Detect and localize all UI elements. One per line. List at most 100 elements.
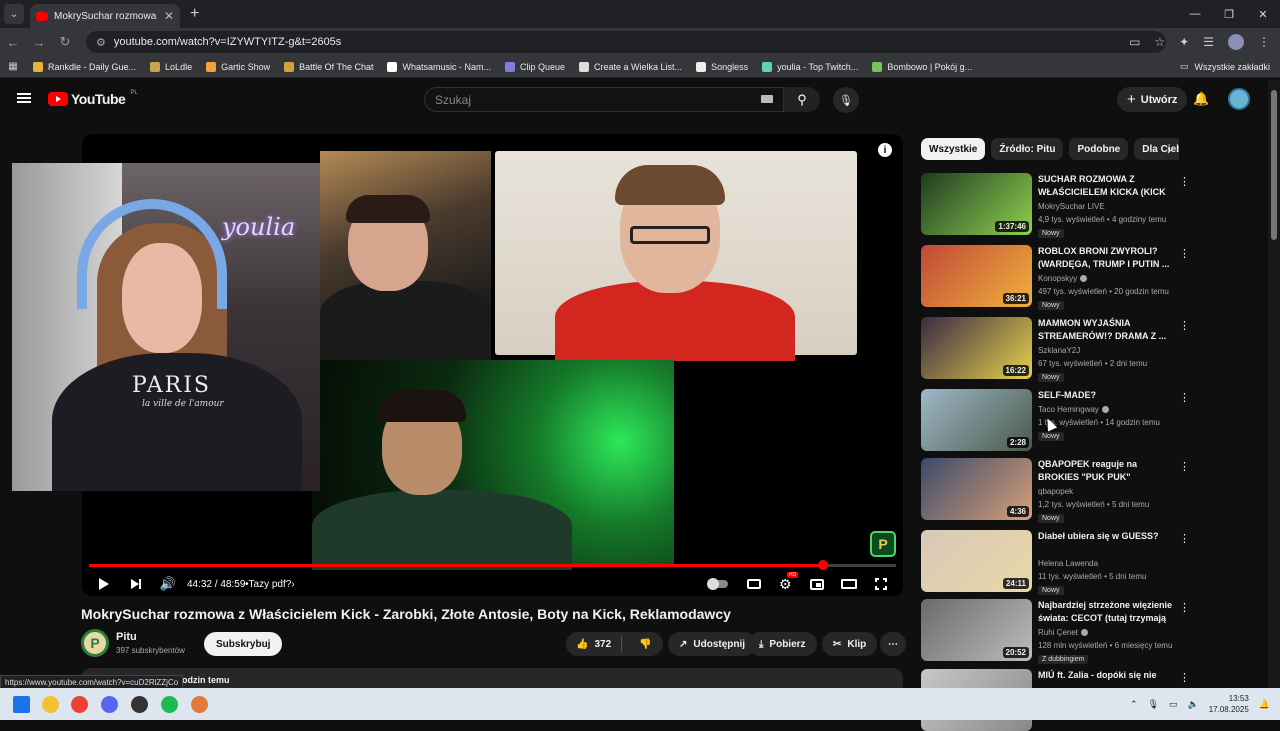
- create-button[interactable]: + Utwórz: [1117, 87, 1188, 112]
- more-vertical-icon[interactable]: ⋮: [1179, 175, 1190, 188]
- volume-icon[interactable]: 🔊: [160, 572, 176, 596]
- share-button[interactable]: ↗ Udostępnij: [668, 632, 757, 656]
- search-input[interactable]: Szukaj: [424, 87, 784, 112]
- dislike-button[interactable]: 👎: [628, 639, 662, 650]
- bookmark-item[interactable]: Bombowo | Pokój g...: [865, 61, 979, 72]
- obs-icon[interactable]: [131, 696, 148, 713]
- address-bar[interactable]: ⚙ youtube.com/watch?v=IZYWTYITZ-g&t=2605…: [86, 31, 1166, 53]
- fullscreen-button[interactable]: [874, 572, 890, 596]
- site-info-icon[interactable]: ⚙: [96, 36, 106, 49]
- progress-scrubber-handle[interactable]: [817, 560, 828, 570]
- recommended-channel[interactable]: qbapopek: [1038, 487, 1073, 496]
- file-explorer-icon[interactable]: [42, 696, 59, 713]
- subscribe-button[interactable]: Subskrybuj: [204, 632, 283, 656]
- more-vertical-icon[interactable]: ⋮: [1179, 391, 1190, 404]
- more-vertical-icon[interactable]: ⋮: [1179, 601, 1190, 614]
- speaker-icon[interactable]: 🔈: [1188, 699, 1199, 710]
- recommended-channel[interactable]: Helena Lawenda: [1038, 559, 1098, 568]
- windows-start-icon[interactable]: [13, 696, 30, 713]
- video-thumbnail[interactable]: 1:37:46: [921, 173, 1032, 235]
- recommended-video[interactable]: 20:52 Najbardziej strzeżone więzienie świ…: [921, 599, 1190, 664]
- recommended-video[interactable]: 16:22 MAMMON WYJAŚNIA STREAMERÓW!? DRAMA …: [921, 317, 1190, 382]
- bookmark-item[interactable]: Whatsamusic - Nam...: [380, 61, 498, 72]
- network-icon[interactable]: ▭: [1169, 699, 1178, 710]
- recommended-video[interactable]: 1:37:46 SUCHAR ROZMOWA Z WŁAŚCICIELEM KIC…: [921, 173, 1190, 238]
- account-avatar[interactable]: [1228, 88, 1250, 110]
- recommended-channel[interactable]: Konopskyy: [1038, 274, 1088, 283]
- bookmark-item[interactable]: Gartic Show: [199, 61, 277, 72]
- close-tab-icon[interactable]: ✕: [164, 9, 174, 23]
- filter-chip[interactable]: Podobne: [1069, 138, 1129, 160]
- notifications-bell-icon[interactable]: 🔔: [1193, 91, 1209, 107]
- more-vertical-icon[interactable]: ⋮: [1179, 671, 1190, 684]
- bookmark-item[interactable]: Battle Of The Chat: [277, 61, 380, 72]
- filter-chip[interactable]: Wszystkie: [921, 138, 986, 160]
- voice-search-button[interactable]: 🎙: [833, 87, 859, 113]
- forward-arrow-icon[interactable]: →: [26, 35, 52, 50]
- autoplay-toggle[interactable]: [707, 572, 728, 596]
- video-thumbnail[interactable]: 36:21: [921, 245, 1032, 307]
- chrome-icon[interactable]: [71, 696, 88, 713]
- spotify-icon[interactable]: [161, 696, 178, 713]
- recommended-channel[interactable]: MokrySuchar LIVE: [1038, 202, 1105, 211]
- progress-bar[interactable]: [89, 560, 896, 570]
- close-window-icon[interactable]: ✕: [1246, 0, 1280, 28]
- filter-chip[interactable]: Dla Ciebie: [1134, 138, 1179, 160]
- restore-icon[interactable]: ❐: [1212, 0, 1246, 28]
- recommended-video[interactable]: 4:36 QBAPOPEK reaguje na BROKIES "PUK PUK…: [921, 458, 1190, 523]
- recommended-video[interactable]: 24:11 Diabeł ubiera się w GUESS? Helena La…: [921, 530, 1190, 595]
- reading-list-icon[interactable]: ☰: [1203, 35, 1214, 49]
- browser-tab-active[interactable]: MokrySuchar rozmowa z Właścicielem Kick …: [30, 4, 180, 28]
- bookmark-star-icon[interactable]: ☆: [1154, 35, 1165, 49]
- recommended-video[interactable]: 36:21 ROBLOX BRONI ZWYROLI? (WARDĘGA, TRU…: [921, 245, 1190, 310]
- search-button[interactable]: ⚲: [784, 87, 820, 112]
- subtitles-button[interactable]: [747, 572, 761, 596]
- video-thumbnail[interactable]: 20:52: [921, 599, 1032, 661]
- clip-button[interactable]: ✂ Klip: [822, 632, 878, 656]
- download-button[interactable]: ⤓ Pobierz: [748, 632, 817, 656]
- settings-button[interactable]: ⚙ HD: [779, 571, 799, 596]
- new-tab-plus-icon[interactable]: +: [190, 5, 199, 23]
- recommended-channel[interactable]: Ruhi Çenet: [1038, 628, 1089, 637]
- more-vertical-icon[interactable]: ⋮: [1179, 460, 1190, 473]
- chips-next-chevron-icon[interactable]: ›: [1167, 142, 1171, 157]
- recommended-channel[interactable]: Taco Hemingway: [1038, 405, 1109, 414]
- browser-menu-icon[interactable]: ⋮: [1258, 35, 1270, 49]
- bookmark-item[interactable]: Songless: [689, 61, 755, 72]
- filter-chip[interactable]: Źródło: Pitu: [991, 138, 1064, 160]
- video-thumbnail[interactable]: 16:22: [921, 317, 1032, 379]
- more-actions-button[interactable]: ⋯: [880, 632, 906, 656]
- next-video-button[interactable]: [129, 572, 143, 596]
- youtube-logo[interactable]: YouTube PL: [48, 90, 138, 107]
- apps-grid-icon[interactable]: ▦: [0, 61, 26, 72]
- video-thumbnail[interactable]: 24:11: [921, 530, 1032, 592]
- back-arrow-icon[interactable]: ←: [0, 35, 26, 50]
- keyboard-icon[interactable]: [761, 95, 773, 103]
- channel-watermark[interactable]: P: [870, 531, 896, 557]
- cast-icon[interactable]: ▭: [1129, 35, 1140, 49]
- like-button[interactable]: 👍 372: [566, 636, 623, 652]
- minimize-icon[interactable]: —: [1178, 0, 1212, 28]
- reload-icon[interactable]: ↻: [52, 34, 78, 50]
- more-vertical-icon[interactable]: ⋮: [1179, 319, 1190, 332]
- page-scrollbar[interactable]: [1268, 80, 1280, 688]
- profile-avatar[interactable]: [1228, 34, 1244, 50]
- chapter-button[interactable]: • Tazy pdf? ›: [245, 572, 295, 596]
- video-thumbnail[interactable]: 2:28: [921, 389, 1032, 451]
- bookmark-item[interactable]: youlia - Top Twitch...: [755, 61, 865, 72]
- bookmark-item[interactable]: Clip Queue: [498, 61, 572, 72]
- chrome-active-icon[interactable]: [191, 696, 208, 713]
- play-button[interactable]: [98, 572, 110, 596]
- channel-avatar[interactable]: P: [81, 629, 109, 657]
- tray-overflow-chevron-icon[interactable]: ⌃: [1130, 699, 1138, 710]
- more-vertical-icon[interactable]: ⋮: [1179, 247, 1190, 260]
- theater-mode-button[interactable]: [841, 572, 857, 596]
- bookmark-item[interactable]: Create a Wielka List...: [572, 61, 689, 72]
- recommended-channel[interactable]: SzklanaY2J: [1038, 346, 1080, 355]
- extensions-icon[interactable]: ✦: [1179, 35, 1189, 49]
- bookmark-item[interactable]: LoLdle: [143, 61, 199, 72]
- miniplayer-button[interactable]: [810, 572, 824, 596]
- tab-list-chevron-icon[interactable]: ⌄: [4, 4, 24, 24]
- hamburger-menu-icon[interactable]: [17, 93, 31, 103]
- video-info-icon[interactable]: i: [878, 143, 892, 157]
